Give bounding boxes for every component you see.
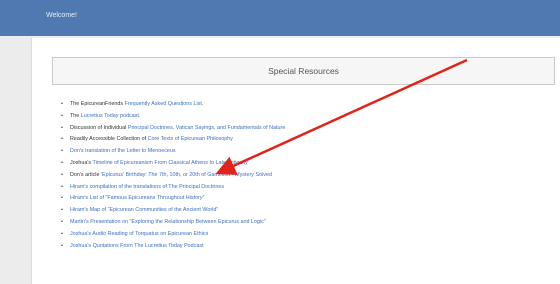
red-arrow-annotation [215, 58, 468, 175]
